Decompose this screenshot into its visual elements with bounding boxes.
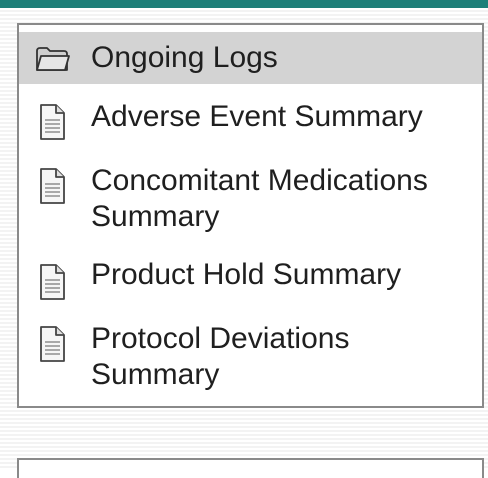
- document-icon: [34, 167, 70, 207]
- document-icon: [34, 103, 70, 143]
- document-icon: [34, 325, 70, 365]
- next-panel-edge: [17, 458, 484, 478]
- tree-item-label: Product Hold Summary: [91, 258, 402, 291]
- tree-item-product-hold-summary[interactable]: Product Hold Summary: [19, 253, 482, 303]
- tree-item-protocol-deviations-summary[interactable]: Protocol Deviations Summary: [19, 315, 482, 405]
- report-tree-panel: Ongoing Logs Adverse Event Summary Conco…: [17, 23, 484, 408]
- tree-item-concomitant-medications-summary[interactable]: Concomitant Medications Summary: [19, 159, 482, 265]
- tree-item-ongoing-logs[interactable]: Ongoing Logs: [19, 32, 482, 84]
- tree-item-label: Concomitant Medications Summary: [91, 164, 428, 233]
- document-icon: [34, 263, 70, 303]
- tree-item-label: Adverse Event Summary: [91, 100, 423, 133]
- folder-icon: [34, 40, 70, 80]
- tree-item-label: Ongoing Logs: [91, 41, 278, 74]
- header-accent-bar: [0, 0, 488, 8]
- tree-item-adverse-event-summary[interactable]: Adverse Event Summary: [19, 95, 482, 143]
- tree-item-label: Protocol Deviations Summary: [91, 322, 350, 391]
